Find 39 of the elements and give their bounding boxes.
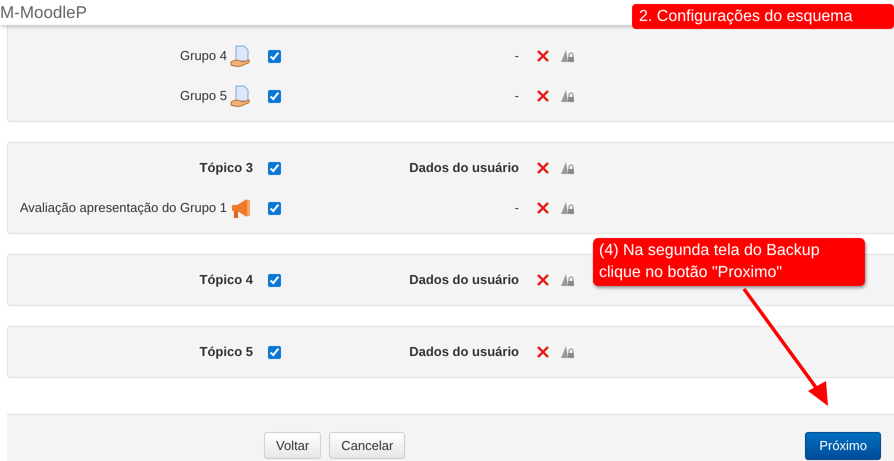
- include-checkbox[interactable]: [268, 162, 281, 174]
- lock-icon[interactable]: [560, 201, 574, 215]
- megaphone-icon: [229, 196, 253, 220]
- include-checkbox[interactable]: [268, 50, 281, 62]
- item-label: Tópico 3: [200, 159, 253, 178]
- site-name[interactable]: M-MoodleP: [0, 4, 87, 21]
- user-data-label: -: [514, 47, 519, 66]
- cross-icon[interactable]: [536, 273, 550, 287]
- cross-icon[interactable]: [536, 49, 550, 63]
- cross-icon[interactable]: [536, 89, 550, 103]
- user-data-label: Dados do usuário: [409, 343, 519, 362]
- item-label: Avaliação apresentação do Grupo 1: [20, 199, 227, 218]
- item-label: Tópico 4: [200, 271, 253, 290]
- user-data-label: Dados do usuário: [409, 159, 519, 178]
- cancel-button[interactable]: Cancelar: [329, 432, 406, 459]
- include-checkbox[interactable]: [268, 274, 281, 286]
- cross-icon[interactable]: [536, 201, 550, 215]
- cross-icon[interactable]: [536, 161, 550, 175]
- lock-icon[interactable]: [560, 49, 574, 63]
- include-checkbox[interactable]: [268, 202, 281, 214]
- user-data-label: -: [514, 199, 519, 218]
- lock-icon[interactable]: [560, 161, 574, 175]
- document-hand-icon: [229, 44, 253, 68]
- annotation-callout: (4) Na segunda tela do Backup clique no botão "Proximo": [593, 238, 865, 286]
- annotation-label: 2. Configurações do esquema: [632, 4, 894, 29]
- lock-icon[interactable]: [560, 89, 574, 103]
- next-button[interactable]: Próximo: [805, 432, 881, 460]
- user-data-label: Dados do usuário: [409, 271, 519, 290]
- item-label: Grupo 4: [180, 47, 227, 66]
- lock-icon[interactable]: [560, 273, 574, 287]
- lock-icon[interactable]: [560, 345, 574, 359]
- item-label: Tópico 5: [200, 343, 253, 362]
- user-data-label: -: [514, 87, 519, 106]
- back-button[interactable]: Voltar: [264, 432, 322, 459]
- document-hand-icon: [229, 84, 253, 108]
- cross-icon[interactable]: [536, 345, 550, 359]
- include-checkbox[interactable]: [268, 346, 281, 358]
- item-label: Grupo 5: [180, 87, 227, 106]
- include-checkbox[interactable]: [268, 90, 281, 102]
